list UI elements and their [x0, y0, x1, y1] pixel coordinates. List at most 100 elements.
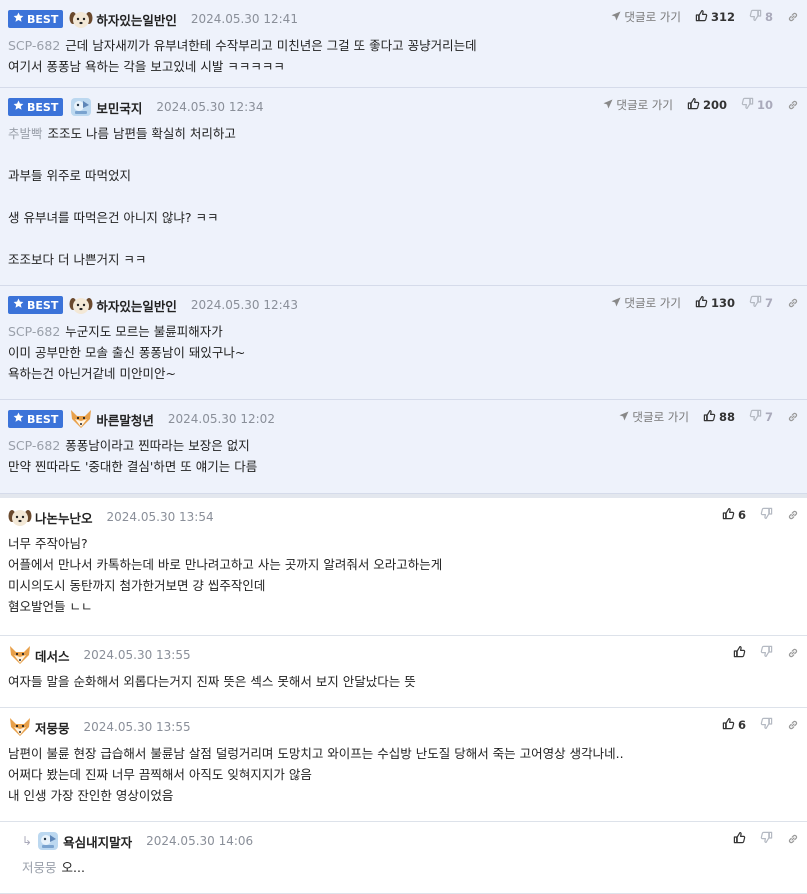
- comment-text: 남편이 불륜 현장 급습해서 불륜남 살점 덜렁거리며 도망치고 와이프는 수십…: [8, 746, 624, 761]
- avatar[interactable]: [69, 409, 93, 429]
- best-badge: BEST: [8, 98, 64, 116]
- copy-link-icon[interactable]: [787, 647, 799, 659]
- nickname[interactable]: 저뭉뭉: [35, 718, 70, 737]
- go-to-comment-link[interactable]: 댓글로 가기: [619, 409, 689, 425]
- thumbs-down-icon: [760, 717, 773, 733]
- downvote-button[interactable]: [760, 507, 773, 523]
- best-comment: BEST 바른말청년 2024.05.30 12:02 댓글로 가기 88 7 …: [0, 400, 807, 494]
- downvote-button[interactable]: 7: [749, 409, 773, 425]
- upvote-button[interactable]: 6: [722, 507, 746, 523]
- comment-text: 근데 남자새끼가 유부녀한테 수작부리고 미친년은 그걸 또 좋다고 꽁냥거리는…: [65, 38, 477, 53]
- avatar[interactable]: [69, 97, 93, 117]
- thumbs-down-icon: [760, 645, 773, 661]
- avatar[interactable]: [36, 831, 60, 851]
- go-to-comment-link[interactable]: 댓글로 가기: [611, 295, 681, 311]
- upvote-button[interactable]: [733, 645, 746, 661]
- best-comment: BEST 하자있는일반인 2024.05.30 12:41 댓글로 가기 312…: [0, 0, 807, 88]
- nickname[interactable]: 나논누난오: [35, 508, 93, 527]
- upvote-button[interactable]: 6: [722, 717, 746, 733]
- comment-text: 내 인생 가장 잔인한 영상이었음: [8, 788, 174, 803]
- thumbs-up-icon: [722, 717, 735, 733]
- copy-link-icon[interactable]: [787, 411, 799, 423]
- comment-actions: 댓글로 가기 88 7: [619, 408, 799, 426]
- comment-line: 이미 공부만한 모솔 출신 퐁퐁남이 돼있구나~: [8, 342, 799, 363]
- comment-body: SCP-682 누군지도 모르는 불륜피해자가 이미 공부만한 모솔 출신 퐁퐁남이…: [8, 321, 799, 384]
- nickname[interactable]: 바른말청년: [96, 410, 154, 429]
- copy-link-icon[interactable]: [787, 297, 799, 309]
- downvote-button[interactable]: 10: [741, 97, 773, 113]
- downvote-button[interactable]: 7: [749, 295, 773, 311]
- timestamp: 2024.05.30 12:34: [156, 100, 264, 114]
- comment-header: ↳ 욕심내지말자 2024.05.30 14:06: [22, 830, 799, 852]
- comment-line: 욕하는건 아닌거같네 미안미안~: [8, 363, 799, 384]
- nickname[interactable]: 하자있는일반인: [96, 10, 177, 29]
- timestamp: 2024.05.30 14:06: [146, 834, 254, 848]
- copy-link-icon[interactable]: [787, 509, 799, 521]
- go-to-comment-link[interactable]: 댓글로 가기: [603, 97, 673, 113]
- upvote-button[interactable]: [733, 831, 746, 847]
- comment: 데서스 2024.05.30 13:55 여자들 말을 순화해서 외롭다는거지 …: [0, 636, 807, 708]
- comment-line: 어쩌다 봤는데 진짜 너무 끔찍해서 아직도 잊혀지지가 않음: [8, 764, 799, 785]
- comment-actions: 6: [722, 716, 799, 734]
- comments-section: 나논누난오 2024.05.30 13:54 6 너무 주작아님? 어플에서 만나…: [0, 498, 807, 894]
- comment-line: 혐오발언들 ㄴㄴ: [8, 596, 799, 617]
- best-badge: BEST: [8, 10, 64, 28]
- timestamp: 2024.05.30 13:55: [83, 648, 191, 662]
- copy-link-icon[interactable]: [787, 719, 799, 731]
- downvote-button[interactable]: [760, 717, 773, 733]
- comment-line: SCP-682 근데 남자새끼가 유부녀한테 수작부리고 미친년은 그걸 또 좋다…: [8, 35, 799, 56]
- downvote-count: 7: [764, 296, 773, 310]
- thumbs-down-icon: [749, 409, 762, 425]
- quoted-user[interactable]: SCP-682: [8, 38, 60, 53]
- quoted-user[interactable]: SCP-682: [8, 324, 60, 339]
- downvote-button[interactable]: 8: [749, 9, 773, 25]
- comment-text: 조조보다 더 나쁜거지 ㅋㅋ: [8, 252, 147, 267]
- comment-list: BEST 하자있는일반인 2024.05.30 12:41 댓글로 가기 312…: [0, 0, 807, 894]
- star-icon: [13, 298, 24, 312]
- upvote-button[interactable]: 130: [695, 295, 735, 311]
- comment-line: 추발빡 조조도 나름 남편들 확실히 처리하고: [8, 123, 799, 144]
- comment-text: 욕하는건 아닌거같네 미안미안~: [8, 366, 176, 381]
- go-to-comment-link[interactable]: 댓글로 가기: [611, 9, 681, 25]
- comment-line: 과부들 위주로 따먹었지: [8, 165, 799, 186]
- copy-link-icon[interactable]: [787, 99, 799, 111]
- avatar[interactable]: [8, 645, 32, 665]
- downvote-button[interactable]: [760, 831, 773, 847]
- quoted-user[interactable]: 추발빡: [8, 126, 43, 141]
- avatar[interactable]: [69, 295, 93, 315]
- star-icon: [13, 100, 24, 114]
- best-badge: BEST: [8, 296, 64, 314]
- thumbs-up-icon: [695, 9, 708, 25]
- upvote-button[interactable]: 200: [687, 97, 727, 113]
- quoted-user[interactable]: 저뭉뭉: [22, 860, 57, 875]
- comment: 나논누난오 2024.05.30 13:54 6 너무 주작아님? 어플에서 만나…: [0, 498, 807, 636]
- comment-body: 추발빡 조조도 나름 남편들 확실히 처리하고 과부들 위주로 따먹었지 생 유부녀를…: [8, 123, 799, 270]
- avatar[interactable]: [8, 717, 32, 737]
- nickname[interactable]: 하자있는일반인: [96, 296, 177, 315]
- comment-line: 여기서 퐁퐁남 욕하는 각을 보고있네 시발 ㅋㅋㅋㅋㅋ: [8, 56, 799, 77]
- nickname[interactable]: 보민국지: [96, 98, 142, 117]
- thumbs-up-icon: [703, 409, 716, 425]
- avatar[interactable]: [8, 507, 32, 527]
- comment-actions: 댓글로 가기 312 8: [611, 8, 799, 26]
- comment-header: 나논누난오 2024.05.30 13:54: [8, 506, 799, 528]
- nickname[interactable]: 욕심내지말자: [63, 832, 132, 851]
- comment-actions: [733, 644, 799, 662]
- downvote-button[interactable]: [760, 645, 773, 661]
- upvote-button[interactable]: 88: [703, 409, 735, 425]
- comment-text: 어플에서 만나서 카톡하는데 바로 만나려고하고 사는 곳까지 알려줘서 오라고…: [8, 557, 443, 572]
- upvote-button[interactable]: 312: [695, 9, 735, 25]
- avatar[interactable]: [69, 9, 93, 29]
- nickname[interactable]: 데서스: [35, 646, 70, 665]
- comment: ↳ 욕심내지말자 2024.05.30 14:06 저뭉뭉 오...: [0, 822, 807, 894]
- upvote-count: 88: [718, 410, 735, 424]
- quoted-user[interactable]: SCP-682: [8, 438, 60, 453]
- copy-link-icon[interactable]: [787, 833, 799, 845]
- comment-text: 미시의도시 동탄까지 첨가한거보면 걍 씹주작인데: [8, 578, 266, 593]
- downvote-count: 10: [756, 98, 773, 112]
- copy-link-icon[interactable]: [787, 11, 799, 23]
- comment-line: 내 인생 가장 잔인한 영상이었음: [8, 785, 799, 806]
- comment-text: 여자들 말을 순화해서 외롭다는거지 진짜 뜻은 섹스 못해서 보지 안달났다는…: [8, 674, 416, 689]
